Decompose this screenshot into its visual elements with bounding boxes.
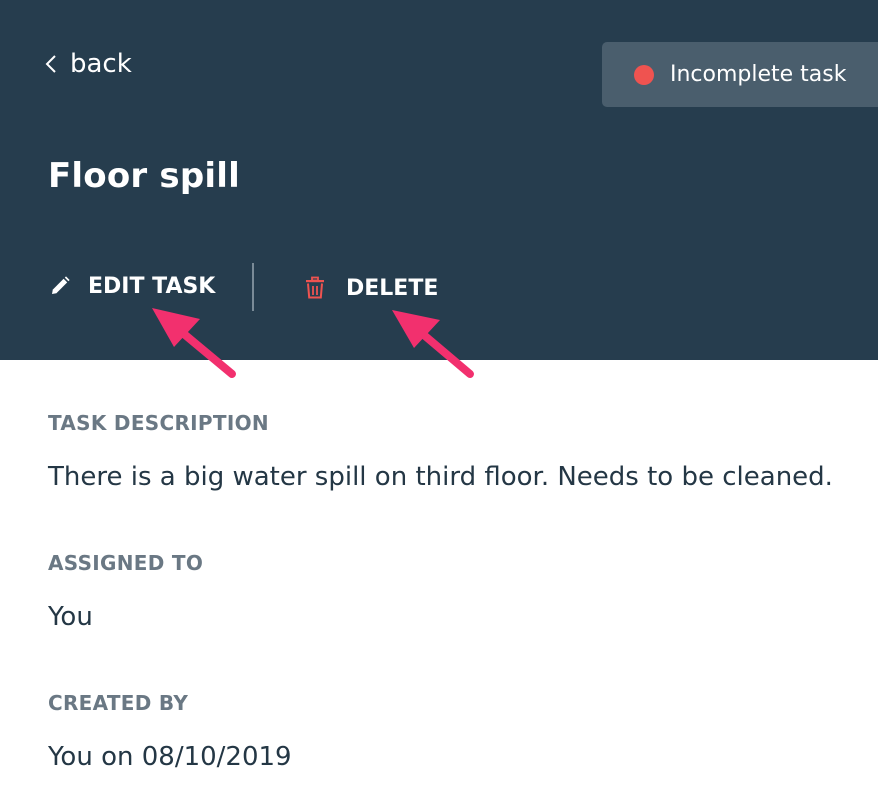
trash-icon xyxy=(306,276,324,299)
delete-button[interactable]: DELETE xyxy=(304,270,438,306)
action-divider xyxy=(252,263,254,311)
chevron-left-icon xyxy=(45,55,56,73)
back-label: back xyxy=(70,49,132,79)
back-link[interactable]: back xyxy=(44,44,132,84)
status-dot-icon xyxy=(634,64,654,85)
created-by-value: You on 08/10/2019 xyxy=(48,742,292,772)
edit-task-button[interactable]: EDIT TASK xyxy=(48,268,215,304)
edit-task-label: EDIT TASK xyxy=(88,273,216,299)
created-by-label: CREATED BY xyxy=(48,691,189,715)
task-description-label: TASK DESCRIPTION xyxy=(48,411,269,435)
page-title: Floor spill xyxy=(48,156,240,196)
status-label: Incomplete task xyxy=(670,62,847,87)
assigned-to-label: ASSIGNED TO xyxy=(48,551,204,575)
pencil-icon xyxy=(52,276,70,294)
assigned-to-value: You xyxy=(48,602,93,632)
delete-label: DELETE xyxy=(346,275,439,301)
task-header: back Incomplete task Floor spill EDIT TA… xyxy=(0,0,878,360)
task-description-value: There is a big water spill on third floo… xyxy=(48,462,833,492)
status-badge: Incomplete task xyxy=(602,42,878,107)
